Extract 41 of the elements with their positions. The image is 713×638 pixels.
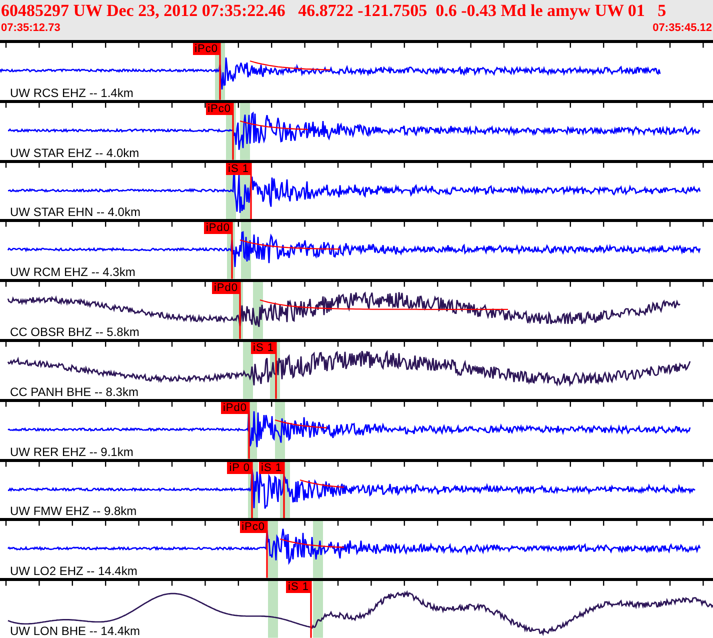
pick-label[interactable]: iS 1	[259, 462, 284, 474]
station-label: UW LO2 EHZ -- 14.4km	[10, 565, 138, 578]
pick-line	[251, 462, 253, 518]
station-label: CC PANH BHE -- 8.3km	[10, 386, 138, 399]
pick-label[interactable]: iPd0	[212, 282, 240, 294]
station-label: UW RCS EHZ -- 1.4km	[10, 86, 134, 100]
pick-label[interactable]: iPc0	[206, 102, 233, 115]
pick-label[interactable]: iPd0	[204, 222, 232, 234]
pick-line	[232, 102, 234, 160]
station-label: UW FMW EHZ -- 9.8km	[10, 505, 137, 518]
pick-label[interactable]: iS 1	[251, 342, 276, 354]
pick-line	[231, 222, 233, 280]
coda-fit-curve	[280, 538, 344, 548]
station-label: UW LON BHE -- 14.4km	[10, 624, 140, 638]
pick-line	[275, 342, 277, 399]
coda-fit-curve	[240, 120, 308, 130]
pick-line	[310, 581, 312, 638]
station-label: UW STAR EHN -- 4.0km	[10, 206, 140, 220]
pick-label[interactable]: iS 1	[226, 162, 251, 175]
pick-label[interactable]: iPc0	[240, 521, 267, 534]
pick-line	[239, 282, 241, 339]
pick-line	[266, 521, 268, 578]
pick-label[interactable]: iP 0	[227, 462, 252, 474]
pick-line	[250, 162, 252, 220]
event-title: 60485297 UW Dec 23, 2012 07:35:22.46 46.8722 -121.7505 0.6 -0.43 Md le amyw UW 01 5	[0, 1, 668, 21]
time-window-band	[313, 581, 323, 638]
end-time: 07:35:45.12	[652, 21, 712, 35]
coda-fit-curve	[274, 419, 328, 428]
station-label: CC OBSR BHZ -- 5.8km	[10, 326, 140, 339]
pick-label[interactable]: iS 1	[286, 581, 311, 594]
pick-line	[219, 43, 221, 100]
start-time: 07:35:12.73	[1, 21, 60, 35]
station-label: UW RCM EHZ -- 4.3km	[10, 266, 136, 280]
pick-line	[283, 462, 285, 518]
station-label: UW STAR EHZ -- 4.0km	[10, 146, 140, 160]
station-label: UW RER EHZ -- 9.1km	[10, 446, 134, 459]
coda-fit-curve	[300, 479, 344, 488]
pick-line	[248, 402, 250, 459]
pick-label[interactable]: iPc0	[192, 43, 220, 55]
time-window-band	[268, 581, 278, 638]
pick-label[interactable]: iPd0	[220, 402, 249, 414]
